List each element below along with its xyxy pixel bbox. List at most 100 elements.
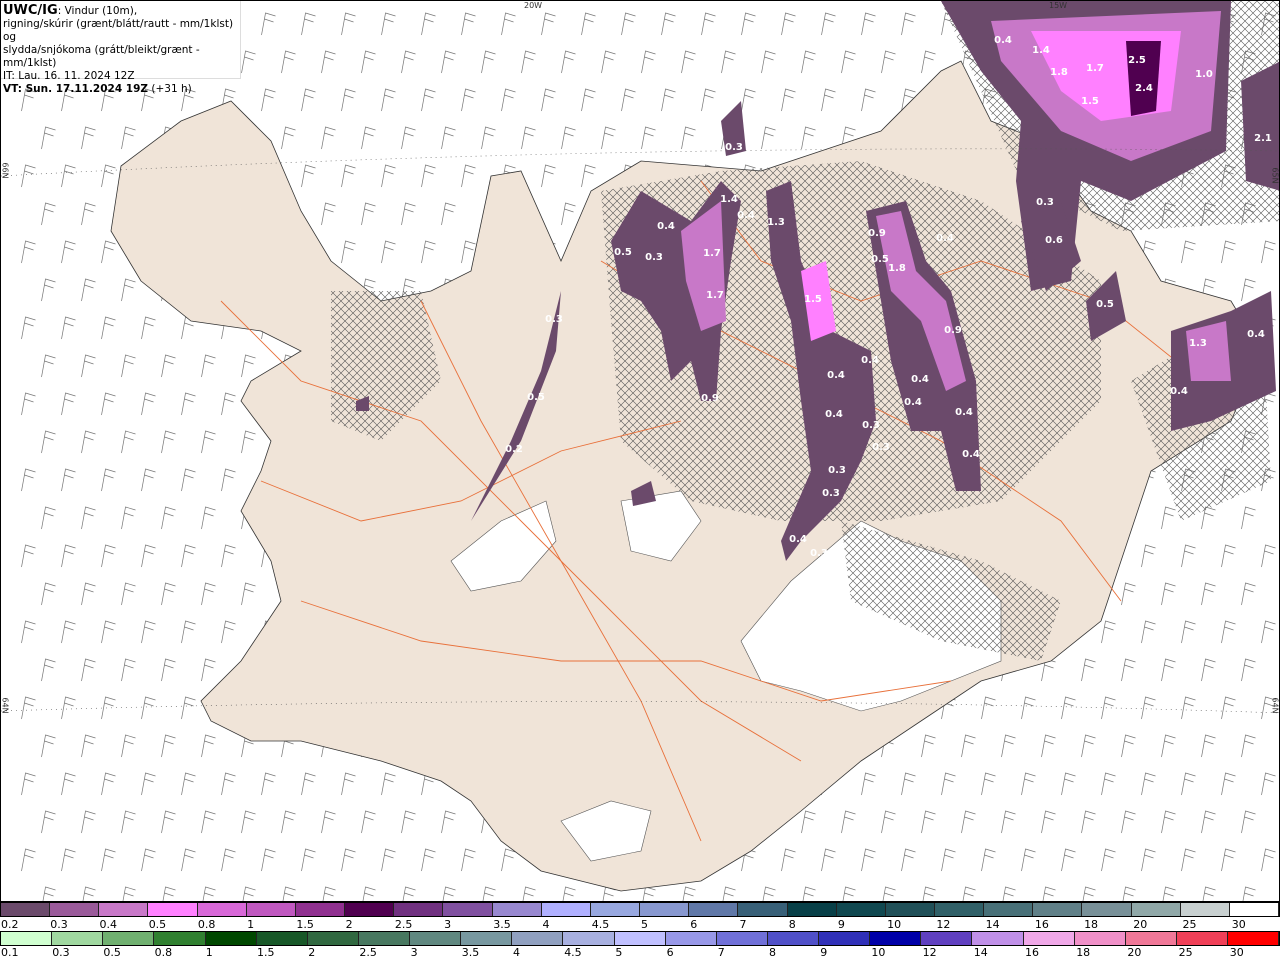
wind-barb	[101, 468, 116, 492]
legend-swatch	[689, 903, 739, 916]
wind-barb	[841, 886, 856, 910]
weather-map[interactable]: 0.4 1.4 1.8 1.7 2.5 2.4 1.5 1.0 2.1 0.3 0.4 1.4 0.4 1…	[0, 0, 1280, 910]
wind-barb	[801, 886, 816, 910]
wind-barb	[121, 886, 136, 910]
precip-value: 0.5	[871, 254, 889, 265]
wind-barb	[381, 164, 396, 188]
wind-barb	[1221, 240, 1236, 264]
legend-swatch	[461, 932, 513, 945]
wind-barb	[861, 12, 876, 36]
legend-swatch	[1125, 932, 1177, 945]
wind-barb	[81, 582, 96, 606]
precip-value: 0.9	[944, 325, 962, 336]
precip-value: 0.3	[545, 314, 563, 325]
wind-barb	[381, 12, 396, 36]
wind-barb	[1181, 848, 1196, 872]
wind-barb	[201, 506, 216, 530]
precip-value: 0.4	[825, 409, 843, 420]
wind-barb	[161, 354, 176, 378]
wind-barb	[781, 848, 796, 872]
precip-value: 1.5	[1081, 96, 1099, 107]
legend-label: 3.5	[493, 918, 511, 931]
wind-barb	[201, 354, 216, 378]
wind-barb	[801, 50, 816, 74]
wind-barb	[241, 354, 256, 378]
wind-barb	[1081, 810, 1096, 834]
wind-barb	[261, 88, 276, 112]
wind-barb	[1201, 582, 1216, 606]
legend-swatch	[50, 903, 100, 916]
wind-barb	[481, 886, 496, 910]
precip-value: 0.5	[527, 392, 545, 403]
wind-barb	[1101, 620, 1116, 644]
wind-barb	[761, 126, 776, 150]
legend-swatch	[246, 903, 296, 916]
wind-barb	[421, 848, 436, 872]
wind-barb	[281, 886, 296, 910]
wind-barb	[1021, 696, 1036, 720]
legend-label: 8	[769, 946, 776, 959]
wind-barb	[401, 810, 416, 834]
wind-barb	[201, 810, 216, 834]
legend-label: 20	[1133, 918, 1148, 931]
wind-barb	[1201, 658, 1216, 682]
wind-barb	[261, 848, 276, 872]
precip-value: 1.3	[767, 217, 785, 228]
wind-barb	[321, 126, 336, 150]
legend-swatch	[984, 903, 1034, 916]
precip-value: 0.3	[810, 548, 828, 559]
wind-barb	[781, 88, 796, 112]
legend-swatch	[1176, 932, 1228, 945]
wind-barb	[161, 582, 176, 606]
precip-value: 1.7	[706, 290, 724, 301]
wind-barb	[221, 848, 236, 872]
wind-barb	[121, 126, 136, 150]
wind-barb	[421, 88, 436, 112]
wind-barb	[1261, 620, 1276, 644]
wind-barb	[101, 392, 116, 416]
wind-barb	[701, 88, 716, 112]
wind-barb	[41, 202, 56, 226]
wind-barb	[1121, 658, 1136, 682]
wind-barb	[301, 88, 316, 112]
legend-swatch	[921, 932, 973, 945]
wind-barb	[21, 772, 36, 796]
precip-value: 0.4	[1247, 329, 1265, 340]
legend-swatch	[1082, 903, 1132, 916]
legend-swatch	[836, 903, 886, 916]
legend-label: 0.4	[99, 918, 117, 931]
wind-barb	[341, 88, 356, 112]
legend-label: 0.3	[50, 918, 68, 931]
legend-label: 0.3	[52, 946, 70, 959]
title-line-2: rigning/skúrir (grænt/blátt/rautt - mm/1…	[3, 18, 234, 43]
wind-barb	[21, 544, 36, 568]
wind-barb	[281, 50, 296, 74]
wind-barb	[561, 126, 576, 150]
wind-barb	[61, 772, 76, 796]
wind-barb	[241, 810, 256, 834]
wind-barb	[581, 88, 596, 112]
wind-barb	[201, 886, 216, 910]
wind-barb	[221, 392, 236, 416]
wind-barb	[741, 88, 756, 112]
wind-barb	[961, 810, 976, 834]
wind-barb	[281, 126, 296, 150]
wind-barb	[21, 848, 36, 872]
legend-swatch	[563, 932, 615, 945]
wind-barb	[601, 50, 616, 74]
wind-barb	[781, 12, 796, 36]
wind-barb	[81, 810, 96, 834]
wind-barb	[101, 848, 116, 872]
wind-barb	[161, 506, 176, 530]
precip-value: 0.4	[737, 210, 755, 221]
map-canvas: 0.41.41.8 1.72.52.41.51.02.10.30.41.40.41…	[0, 1, 1280, 910]
wind-barb	[1201, 886, 1216, 910]
wind-barb	[621, 88, 636, 112]
wind-barb	[481, 126, 496, 150]
wind-barb	[21, 392, 36, 416]
legend-label: 14	[973, 946, 988, 959]
rain-legend-labels: 0.1 0.3 0.5 0.8 1 1.5 2 2.5 3 3.5 4 4.5 5 6 7 8 9 10 12 14 1…	[0, 946, 1280, 960]
lon-label-20w: 20W	[524, 1, 543, 10]
wind-barb	[541, 164, 556, 188]
wind-barb	[141, 468, 156, 492]
